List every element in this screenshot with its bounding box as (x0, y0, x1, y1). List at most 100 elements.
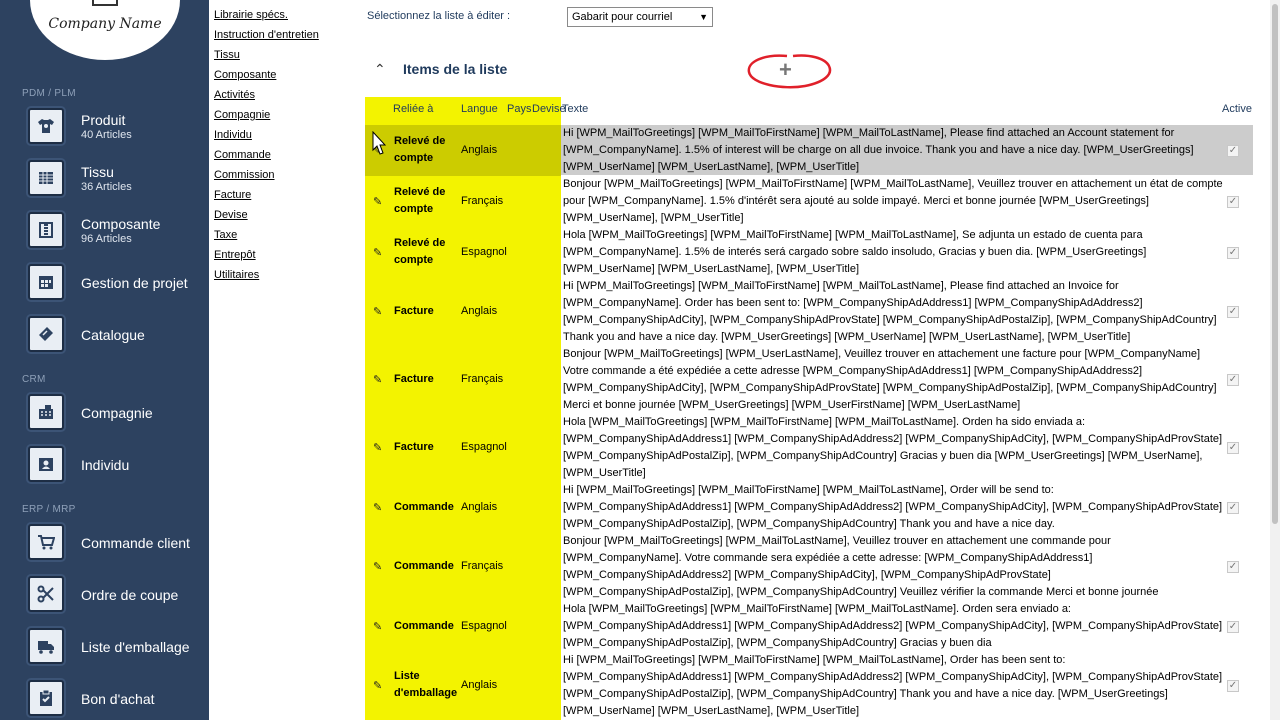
row-linked: Relevé de compte (394, 186, 446, 215)
active-checkbox[interactable]: ✓ (1227, 196, 1239, 208)
table-row[interactable]: ✎ Facture Anglais Hi [WPM_MailToGreeting… (365, 278, 1253, 346)
active-checkbox[interactable]: ✓ (1227, 442, 1239, 454)
row-language: Espagnol (461, 441, 507, 453)
row-text: Hola [WPM_MailToGreetings] [WPM_MailToFi… (563, 416, 1223, 479)
sidebar-item-commande-client[interactable]: Commande client (0, 522, 209, 566)
sidebar-item-individu[interactable]: Individu (0, 444, 209, 488)
sidebar-item-count: 36 Articles (81, 181, 132, 193)
link-utilitaires[interactable]: Utilitaires (214, 268, 354, 288)
edit-icon[interactable]: ✎ (373, 246, 385, 259)
link-commande[interactable]: Commande (214, 148, 354, 168)
link-entrepot[interactable]: Entrepôt (214, 248, 354, 268)
edit-icon[interactable]: ✎ (373, 501, 385, 514)
scrollbar-thumb[interactable] (1272, 4, 1278, 524)
secondary-links: Librairie spécs. Instruction d'entretien… (214, 8, 354, 288)
active-checkbox[interactable]: ✓ (1227, 247, 1239, 259)
edit-icon[interactable]: ✎ (373, 620, 385, 633)
company-name: Company Name (48, 16, 162, 32)
company-logo[interactable]: Company Name (30, 0, 180, 60)
add-item-button[interactable]: + (743, 50, 835, 92)
cart-icon (28, 524, 64, 560)
sidebar-item-liste-emballage[interactable]: Liste d'emballage (0, 626, 209, 670)
table-row[interactable]: ✎ Commande Français Bonjour [WPM_MailToG… (365, 533, 1253, 601)
link-individu[interactable]: Individu (214, 128, 354, 148)
row-text: Hola [WPM_MailToGreetings] [WPM_MailToFi… (563, 603, 1223, 649)
link-composante[interactable]: Composante (214, 68, 354, 88)
link-tissu[interactable]: Tissu (214, 48, 354, 68)
active-checkbox[interactable]: ✓ (1227, 145, 1239, 157)
sidebar-item-ordre-de-coupe[interactable]: Ordre de coupe (0, 574, 209, 618)
section-erp-mrp: ERP / MRP (22, 504, 76, 515)
sidebar-item-produit[interactable]: Produit 40 Articles (0, 106, 209, 150)
table-header: Reliée à Langue Pays Devise Texte Active (365, 97, 1253, 125)
sidebar-item-composante[interactable]: Composante 96 Articles (0, 210, 209, 254)
table-row[interactable]: ✎ Relevé de compte Anglais Hi [WPM_MailT… (365, 125, 1253, 176)
active-checkbox[interactable]: ✓ (1227, 561, 1239, 573)
table-row[interactable]: ✎ Relevé de compte Espagnol Hola [WPM_Ma… (365, 227, 1253, 278)
sidebar-item-label: Produit (81, 112, 126, 128)
row-linked: Facture (394, 441, 434, 453)
edit-icon[interactable]: ✎ (373, 305, 385, 318)
page-scrollbar[interactable] (1270, 0, 1280, 720)
link-librairie-specs[interactable]: Librairie spécs. (214, 8, 354, 28)
row-text: Hi [WPM_MailToGreetings] [WPM_MailToFirs… (563, 280, 1217, 343)
sidebar-item-label: Ordre de coupe (81, 587, 179, 603)
active-checkbox[interactable]: ✓ (1227, 374, 1239, 386)
clipboard-check-icon (28, 680, 64, 716)
link-facture[interactable]: Facture (214, 188, 354, 208)
sidebar-item-label: Individu (81, 457, 130, 473)
link-compagnie[interactable]: Compagnie (214, 108, 354, 128)
active-checkbox[interactable]: ✓ (1227, 306, 1239, 318)
list-select[interactable]: Gabarit pour courriel ▼ (567, 7, 713, 27)
sidebar-item-label: Compagnie (81, 405, 153, 421)
table-row[interactable]: ✎ Facture Français Bonjour [WPM_MailToGr… (365, 346, 1253, 414)
row-text: Hi [WPM_MailToGreetings] [WPM_MailToFirs… (563, 484, 1223, 530)
row-linked: Commande (394, 501, 454, 513)
active-checkbox[interactable]: ✓ (1227, 502, 1239, 514)
col-header-language: Langue (461, 103, 498, 115)
col-header-country: Pays (507, 103, 532, 115)
sidebar-item-gestion-de-projet[interactable]: Gestion de projet (0, 262, 209, 306)
row-text: Bonjour [WPM_MailToGreetings] [WPM_UserL… (563, 348, 1217, 411)
table-row[interactable]: ✎ Relevé de compte Français Bonjour [WPM… (365, 176, 1253, 227)
active-checkbox[interactable]: ✓ (1227, 680, 1239, 692)
edit-icon[interactable]: ✎ (373, 441, 385, 454)
sidebar-item-label: Tissu (81, 164, 114, 180)
link-commission[interactable]: Commission (214, 168, 354, 188)
sidebar-item-label: Composante (81, 216, 161, 232)
edit-icon[interactable]: ✎ (373, 373, 385, 386)
mouse-cursor-icon (372, 131, 386, 155)
sidebar-item-bon-achat[interactable]: Bon d'achat (0, 678, 209, 720)
truck-icon (28, 628, 64, 664)
table-row[interactable]: ✎ Liste d'emballage Anglais Hi [WPM_Mail… (365, 652, 1253, 720)
row-linked: Relevé de compte (394, 237, 446, 266)
plus-icon: + (779, 57, 792, 82)
table-row[interactable]: ✎ Commande Espagnol Hola [WPM_MailToGree… (365, 601, 1253, 652)
link-instruction-entretien[interactable]: Instruction d'entretien (214, 28, 354, 48)
table-row[interactable]: ✎ Commande Anglais Hi [WPM_MailToGreetin… (365, 482, 1253, 533)
section-pdm-plm: PDM / PLM (22, 88, 76, 99)
panel-header: ⌃ Items de la liste + (365, 44, 1253, 97)
link-taxe[interactable]: Taxe (214, 228, 354, 248)
link-devise[interactable]: Devise (214, 208, 354, 228)
row-language: Anglais (461, 679, 498, 691)
sidebar-item-label: Gestion de projet (81, 275, 188, 291)
sidebar-item-catalogue[interactable]: Catalogue (0, 314, 209, 358)
calendar-icon (28, 264, 64, 300)
sidebar-item-tissu[interactable]: Tissu 36 Articles (0, 158, 209, 202)
sidebar-item-compagnie[interactable]: Compagnie (0, 392, 209, 436)
row-linked: Commande (394, 620, 454, 632)
zipper-icon (28, 212, 64, 248)
row-language: Espagnol (461, 620, 507, 632)
row-text: Hola [WPM_MailToGreetings] [WPM_MailToFi… (563, 229, 1147, 275)
edit-icon[interactable]: ✎ (373, 195, 385, 208)
row-language: Anglais (461, 305, 498, 317)
edit-icon[interactable]: ✎ (373, 679, 385, 692)
link-activites[interactable]: Activités (214, 88, 354, 108)
table-row[interactable]: ✎ Facture Espagnol Hola [WPM_MailToGreet… (365, 414, 1253, 482)
list-select-value: Gabarit pour courriel (572, 11, 673, 23)
collapse-chevron-icon[interactable]: ⌃ (374, 61, 386, 78)
edit-icon[interactable]: ✎ (373, 560, 385, 573)
col-header-currency: Devise (532, 103, 566, 115)
active-checkbox[interactable]: ✓ (1227, 621, 1239, 633)
